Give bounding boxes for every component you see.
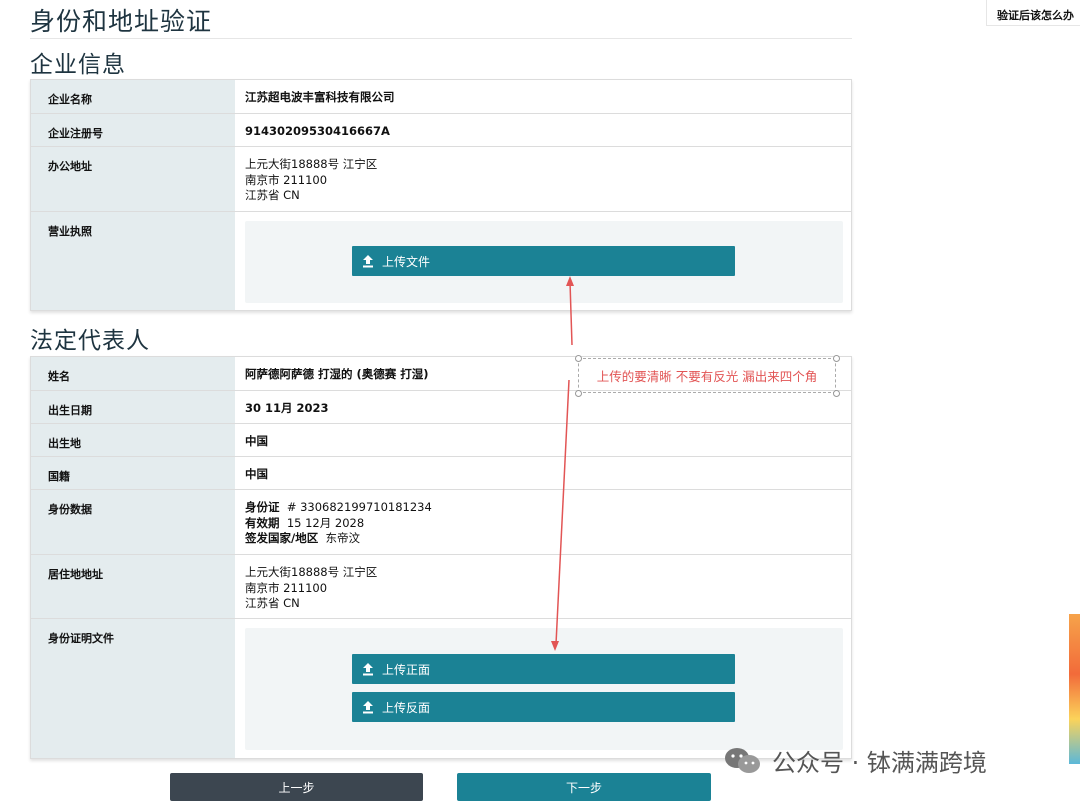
legal-rep-section-title: 法定代表人 <box>30 328 150 354</box>
address-line: 上元大街18888号 江宁区 <box>245 565 378 579</box>
row-label: 国籍 <box>31 457 235 489</box>
expiry-label: 有效期 <box>245 515 280 530</box>
residential-address-value: 上元大街18888号 江宁区 南京市 211100 江苏省 CN <box>235 555 851 618</box>
registration-number-value: 91430209530416667A <box>245 124 390 138</box>
row-label: 居住地地址 <box>31 555 235 618</box>
id-upload-area: 上传正面 上传反面 <box>245 628 843 750</box>
table-row: 企业名称 江苏超电波丰富科技有限公司 <box>31 80 851 114</box>
upload-file-button[interactable]: 上传文件 <box>352 246 735 276</box>
title-divider <box>30 38 852 39</box>
row-label: 出生日期 <box>31 391 235 423</box>
annotation-text: 上传的要清晰 不要有反光 漏出来四个角 <box>596 369 818 384</box>
table-row: 出生地 中国 <box>31 424 851 457</box>
table-row: 居住地地址 上元大街18888号 江宁区 南京市 211100 江苏省 CN <box>31 555 851 619</box>
address-line: 上元大街18888号 江宁区 <box>245 157 378 171</box>
page-title: 身份和地址验证 <box>30 7 213 36</box>
prev-step-button[interactable]: 上一步 <box>170 773 423 801</box>
table-row: 办公地址 上元大街18888号 江宁区 南京市 211100 江苏省 CN <box>31 147 851 212</box>
annotation-handle[interactable] <box>833 390 840 397</box>
annotation-box: 上传的要清晰 不要有反光 漏出来四个角 <box>578 358 836 393</box>
nationality-value: 中国 <box>245 467 268 481</box>
birthplace-value: 中国 <box>245 434 268 448</box>
company-name-value: 江苏超电波丰富科技有限公司 <box>245 90 395 104</box>
annotation-handle[interactable] <box>575 355 582 362</box>
row-label: 身份数据 <box>31 490 235 554</box>
license-upload-area: 上传文件 <box>245 221 843 303</box>
row-label: 姓名 <box>31 357 235 390</box>
office-address-value: 上元大街18888号 江宁区 南京市 211100 江苏省 CN <box>235 147 851 211</box>
identity-data-value: 身份证 # 330682199710181234 有效期 15 12月 2028… <box>235 490 851 554</box>
table-row: 国籍 中国 <box>31 457 851 490</box>
company-section-title: 企业信息 <box>30 52 126 78</box>
upload-front-button[interactable]: 上传正面 <box>352 654 735 684</box>
upload-front-label: 上传正面 <box>382 662 431 677</box>
decorative-side-image <box>1069 614 1080 764</box>
row-label: 营业执照 <box>31 212 235 310</box>
company-card: 企业名称 江苏超电波丰富科技有限公司 企业注册号 914302095304166… <box>30 79 852 311</box>
table-row: 身份证明文件 上传正面 上传反面 <box>31 619 851 758</box>
table-row: 企业注册号 91430209530416667A <box>31 114 851 147</box>
row-label: 企业名称 <box>31 80 235 113</box>
row-label: 企业注册号 <box>31 114 235 146</box>
upload-icon <box>363 663 373 676</box>
id-number: # 330682199710181234 <box>286 500 432 514</box>
issuing-country: 东帝汶 <box>325 531 361 545</box>
upload-back-label: 上传反面 <box>382 700 431 715</box>
issuing-country-label: 签发国家/地区 <box>245 531 319 545</box>
upload-file-label: 上传文件 <box>382 254 431 269</box>
birth-date-value: 30 11月 2023 <box>245 401 329 415</box>
address-line: 江苏省 CN <box>245 188 300 202</box>
id-type-label: 身份证 <box>245 500 280 514</box>
row-label: 办公地址 <box>31 147 235 211</box>
address-line: 南京市 211100 <box>245 172 328 187</box>
upload-back-button[interactable]: 上传反面 <box>352 692 735 722</box>
watermark: 公众号 · 钵满满跨境 <box>722 743 987 778</box>
table-row: 出生日期 30 11月 2023 <box>31 391 851 424</box>
help-link[interactable]: 验证后该怎么办 <box>986 0 1080 26</box>
legal-rep-card: 姓名 阿萨德阿萨德 打湿的 (奥德赛 打湿) 出生日期 30 11月 2023 … <box>30 356 852 759</box>
upload-icon <box>363 255 373 268</box>
upload-icon <box>363 701 373 714</box>
next-step-button[interactable]: 下一步 <box>457 773 711 801</box>
address-line: 江苏省 CN <box>245 596 300 610</box>
table-row: 身份数据 身份证 # 330682199710181234 有效期 15 12月… <box>31 490 851 555</box>
expiry-date: 15 12月 2028 <box>286 515 365 530</box>
table-row: 营业执照 上传文件 <box>31 212 851 310</box>
annotation-handle[interactable] <box>575 390 582 397</box>
wechat-icon <box>725 747 760 773</box>
annotation-handle[interactable] <box>833 355 840 362</box>
watermark-text: 公众号 · 钵满满跨境 <box>772 749 987 777</box>
row-label: 身份证明文件 <box>31 619 235 758</box>
address-line: 南京市 211100 <box>245 580 328 595</box>
row-label: 出生地 <box>31 424 235 456</box>
